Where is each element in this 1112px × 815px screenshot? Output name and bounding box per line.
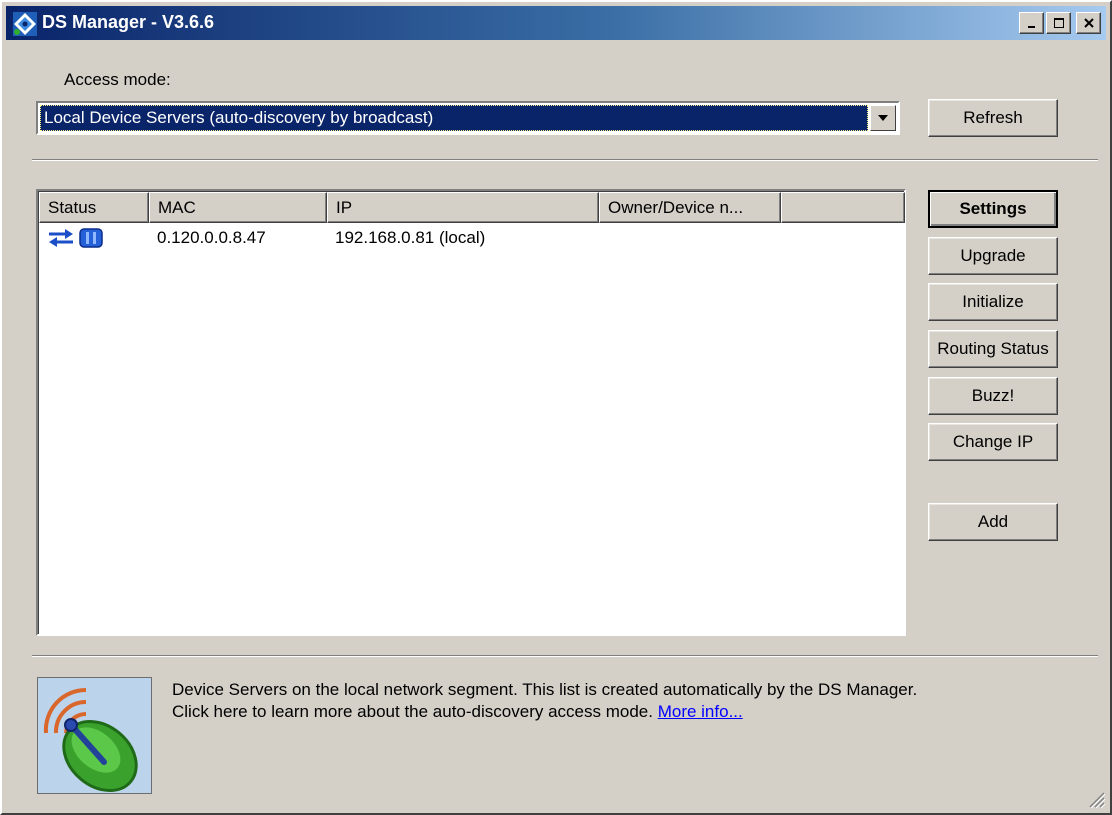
minimize-icon xyxy=(1027,26,1035,28)
window-title: DS Manager - V3.6.6 xyxy=(42,12,215,32)
access-mode-label: Access mode: xyxy=(64,70,171,89)
dropdown-button[interactable] xyxy=(870,105,896,131)
ip-cell: 192.168.0.81 (local) xyxy=(335,228,486,247)
info-panel-image xyxy=(37,677,152,794)
column-header-status[interactable]: Status xyxy=(39,192,149,223)
column-header-ip[interactable]: IP xyxy=(327,192,599,223)
table-row[interactable]: 0.120.0.0.8.47 192.168.0.81 (local) xyxy=(39,225,781,251)
transfer-arrows-icon xyxy=(49,229,73,247)
top-divider xyxy=(32,159,1098,161)
more-info-link[interactable]: More info... xyxy=(658,702,743,721)
list-header: Status MAC IP Owner/Device n... xyxy=(39,192,905,223)
status-cell xyxy=(39,227,149,249)
bottom-divider xyxy=(32,655,1098,657)
settings-button[interactable]: Settings xyxy=(928,190,1058,228)
routing-status-button[interactable]: Routing Status xyxy=(928,330,1058,368)
device-list[interactable]: Status MAC IP Owner/Device n... 0.120.0.… xyxy=(36,189,906,636)
device-icon xyxy=(79,228,103,248)
add-button[interactable]: Add xyxy=(928,503,1058,541)
buzz-button[interactable]: Buzz! xyxy=(928,377,1058,415)
access-mode-selected[interactable]: Local Device Servers (auto-discovery by … xyxy=(40,105,868,131)
access-mode-dropdown[interactable]: Local Device Servers (auto-discovery by … xyxy=(36,101,900,135)
resize-grip-icon[interactable] xyxy=(1084,787,1106,809)
close-button[interactable] xyxy=(1076,12,1101,34)
info-text: Device Servers on the local network segm… xyxy=(172,679,917,723)
refresh-button[interactable]: Refresh xyxy=(928,99,1058,137)
info-line-2: Click here to learn more about the auto-… xyxy=(172,701,917,723)
column-header-mac[interactable]: MAC xyxy=(149,192,327,223)
chevron-down-icon xyxy=(878,115,888,121)
change-ip-button[interactable]: Change IP xyxy=(928,423,1058,461)
minimize-button[interactable] xyxy=(1019,12,1044,34)
info-line-1: Device Servers on the local network segm… xyxy=(172,680,918,699)
close-icon xyxy=(1083,18,1094,28)
upgrade-button[interactable]: Upgrade xyxy=(928,237,1058,275)
title-bar[interactable]: DS Manager - V3.6.6 xyxy=(6,6,1106,40)
maximize-button[interactable] xyxy=(1046,12,1071,34)
info-line-2-text: Click here to learn more about the auto-… xyxy=(172,702,653,721)
satellite-dish-icon xyxy=(43,687,138,792)
app-logo-icon xyxy=(13,12,37,36)
maximize-icon xyxy=(1053,18,1064,28)
column-header-filler xyxy=(781,192,905,223)
app-window: DS Manager - V3.6.6 Access mode: Local D… xyxy=(0,0,1112,815)
mac-cell: 0.120.0.0.8.47 xyxy=(157,228,266,247)
initialize-button[interactable]: Initialize xyxy=(928,283,1058,321)
column-header-owner[interactable]: Owner/Device n... xyxy=(599,192,781,223)
